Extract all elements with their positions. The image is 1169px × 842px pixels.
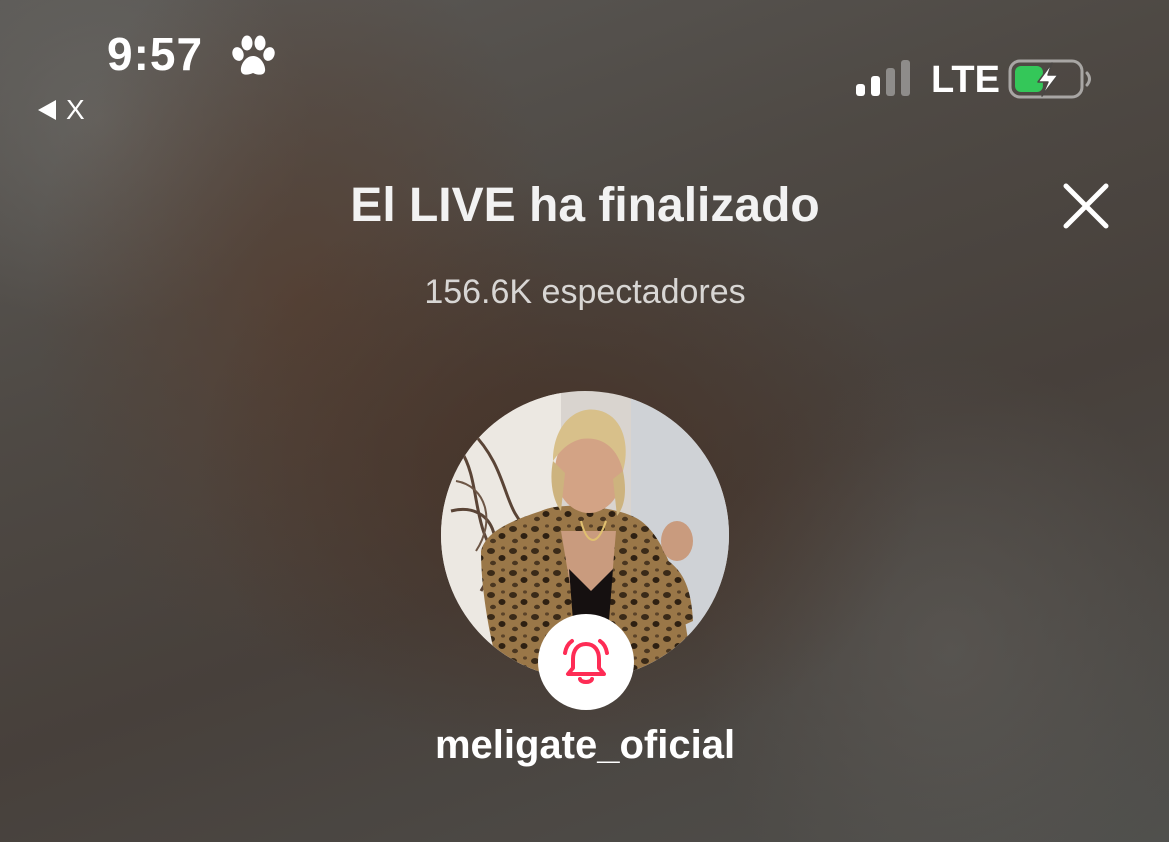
- status-time: 9:57: [107, 28, 204, 80]
- bell-icon: [563, 639, 609, 684]
- back-arrow-icon: [38, 100, 56, 120]
- notify-bell-button[interactable]: [538, 614, 634, 710]
- close-icon[interactable]: [1060, 180, 1112, 232]
- carrier-label: LTE: [931, 59, 1000, 101]
- back-to-app-link[interactable]: X: [38, 94, 85, 126]
- back-app-label: X: [66, 94, 85, 125]
- viewer-count: 156.6K espectadores: [424, 273, 746, 311]
- signal-icon: [856, 60, 910, 96]
- live-ended-title: El LIVE ha finalizado: [350, 179, 820, 232]
- paw-icon: [232, 35, 275, 75]
- username[interactable]: meligate_oficial: [285, 720, 885, 770]
- battery-charging-icon: [1008, 59, 1091, 99]
